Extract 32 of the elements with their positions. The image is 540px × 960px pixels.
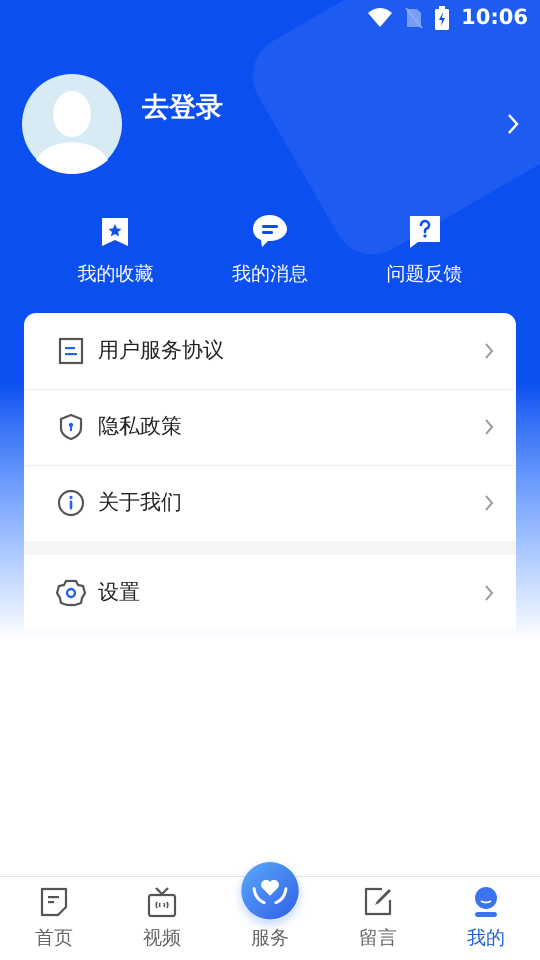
chevron-right-icon <box>484 342 494 360</box>
status-time: 10:06 <box>461 4 528 32</box>
info-icon <box>57 489 85 517</box>
avatar-icon <box>22 74 122 174</box>
chevron-right-icon <box>484 584 494 602</box>
tv-icon <box>146 886 178 918</box>
menu-item[interactable]: 关于我们 <box>24 464 516 540</box>
chat-bubble-icon <box>252 214 288 248</box>
quick-action[interactable]: 我的消息 <box>192 212 348 288</box>
menu-item[interactable]: 用户服务协议 <box>24 312 516 388</box>
tab-item[interactable]: 留言 <box>324 876 432 960</box>
chevron-right-icon[interactable] <box>506 113 520 135</box>
chevron-right-icon <box>484 494 494 512</box>
shield-icon <box>58 413 84 441</box>
edit-icon <box>362 886 394 918</box>
question-bubble-icon <box>408 214 442 248</box>
gear-icon <box>56 578 86 606</box>
no-sim-icon <box>405 7 424 29</box>
tab-item[interactable]: 首页 <box>0 876 108 960</box>
menu-item[interactable]: 隐私政策 <box>24 388 516 464</box>
tab-item[interactable]: 我的 <box>432 876 540 960</box>
tab-item[interactable]: 服务 <box>216 862 324 960</box>
menu-item[interactable]: 设置 <box>24 554 516 630</box>
chevron-right-icon <box>484 418 494 436</box>
wifi-icon <box>367 8 394 28</box>
battery-icon <box>435 6 450 30</box>
quick-action[interactable]: 问题反馈 <box>347 212 502 288</box>
tab-item[interactable]: 视频 <box>108 876 216 960</box>
login-link[interactable]: 去登录 <box>142 88 223 128</box>
document-icon <box>58 336 84 364</box>
quick-action[interactable]: 我的收藏 <box>38 212 193 288</box>
page-icon <box>39 886 69 918</box>
